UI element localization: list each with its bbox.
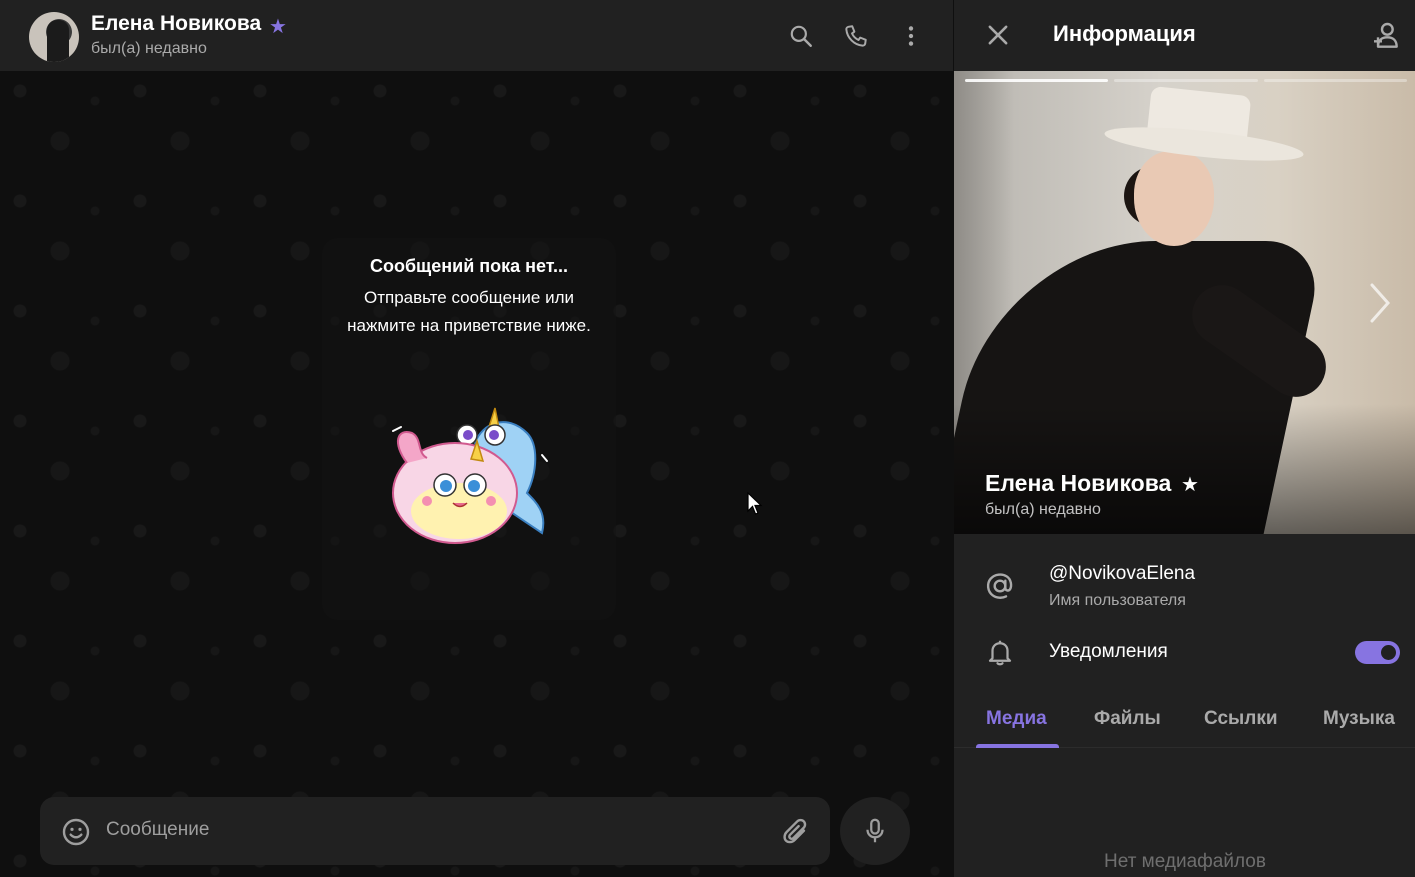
info-panel: Информация Елена Новикова ★ был(а) недав… (953, 0, 1415, 877)
tab-files[interactable]: Файлы (1094, 708, 1161, 730)
greeting-sticker[interactable] (387, 403, 552, 553)
premium-star-icon: ★ (269, 16, 287, 38)
phone-icon[interactable] (840, 20, 872, 52)
empty-media-text: Нет медиафайлов (1104, 851, 1266, 872)
tab-links[interactable]: Ссылки (1204, 708, 1278, 730)
empty-chat-greeting: Сообщений пока нет... Отправьте сообщени… (322, 238, 616, 620)
username-value[interactable]: @NovikovaElena (1049, 563, 1195, 585)
photo-progress-3 (1264, 79, 1407, 82)
premium-star-icon: ★ (1181, 474, 1199, 496)
profile-photo[interactable]: Елена Новикова ★ был(а) недавно (954, 71, 1415, 534)
info-title: Информация (1053, 21, 1196, 46)
more-icon[interactable] (895, 20, 927, 52)
chat-panel: Елена Новикова ★ был(а) недавно Сообщени… (0, 0, 953, 877)
at-icon (984, 570, 1016, 602)
attach-icon[interactable] (780, 816, 812, 848)
empty-chat-title: Сообщений пока нет... (369, 256, 569, 276)
empty-chat-text: Отправьте сообщение или нажмите на приве… (347, 288, 591, 335)
cursor-icon (747, 491, 763, 521)
message-composer[interactable]: Сообщение (40, 797, 830, 865)
peer-name[interactable]: Елена Новикова (91, 12, 261, 36)
media-tabs: Медиа Файлы Ссылки Музыка (954, 690, 1415, 748)
info-header: Информация (954, 0, 1415, 71)
close-icon[interactable] (984, 21, 1012, 49)
message-input[interactable]: Сообщение (106, 819, 209, 841)
tab-media[interactable]: Медиа (986, 708, 1047, 730)
mic-icon (866, 818, 884, 843)
notifications-label: Уведомления (1049, 641, 1168, 662)
profile-status: был(а) недавно (985, 501, 1101, 518)
chevron-right-icon[interactable] (1364, 281, 1394, 330)
photo-progress-1 (965, 79, 1108, 82)
profile-name: Елена Новикова (985, 470, 1172, 496)
username-caption: Имя пользователя (1049, 592, 1186, 609)
bell-icon (984, 636, 1016, 668)
notifications-toggle[interactable] (1355, 641, 1400, 664)
active-tab-indicator (976, 744, 1059, 748)
peer-avatar[interactable] (29, 12, 79, 62)
peer-status: был(а) недавно (91, 40, 207, 57)
tab-music[interactable]: Музыка (1323, 708, 1395, 730)
smile-icon[interactable] (60, 816, 92, 848)
chat-header[interactable]: Елена Новикова ★ был(а) недавно (0, 0, 953, 71)
add-contact-icon[interactable] (1370, 20, 1402, 52)
search-icon[interactable] (785, 20, 817, 52)
photo-progress-2 (1114, 79, 1258, 82)
voice-record-button[interactable] (840, 797, 910, 865)
